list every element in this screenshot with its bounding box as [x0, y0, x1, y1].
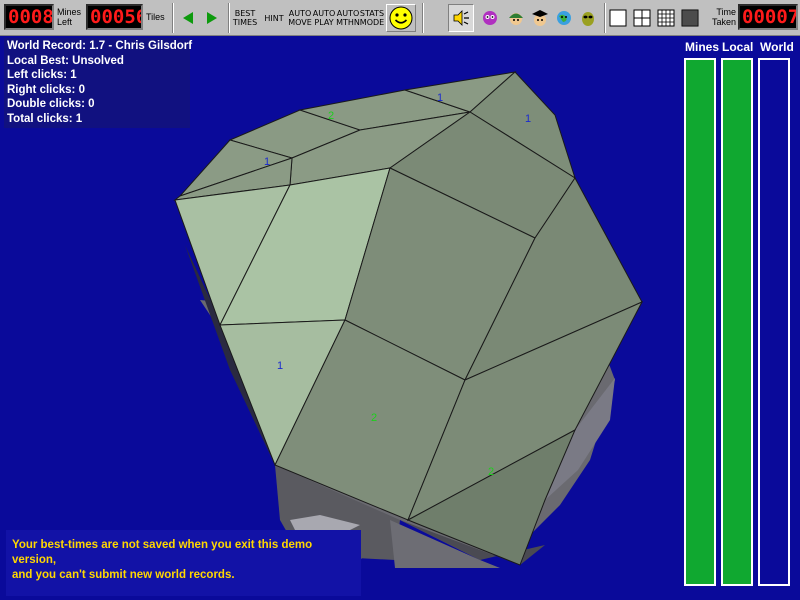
world-progress-bar	[758, 58, 790, 586]
sound-toggle-button[interactable]	[448, 4, 474, 32]
globe-face-icon	[557, 11, 571, 25]
time-taken-label-line2: Taken	[711, 17, 736, 27]
auto-play-label-1: AUTO	[312, 9, 336, 18]
auto-move-label-1: AUTO	[288, 9, 312, 18]
local-progress-bar	[721, 58, 753, 586]
hint-label: HINT	[264, 13, 284, 23]
tile-number: 1	[525, 113, 531, 125]
previous-arrow-button[interactable]	[178, 4, 198, 32]
toolbar-separator	[604, 3, 606, 33]
stats-mode-button[interactable]: STATS MODE	[360, 4, 384, 32]
local-best-text: Local Best: Unsolved	[7, 54, 124, 67]
toolbar-separator	[228, 3, 230, 33]
world-bar-label: World	[760, 40, 794, 54]
arrow-right-icon	[207, 12, 217, 24]
tile-number: 2	[488, 466, 494, 478]
auto-mthn-label-2: MTHN	[336, 18, 360, 27]
speaker-icon	[453, 10, 469, 26]
auto-move-label-2: MOVE	[288, 18, 312, 27]
time-taken-label: Time Taken	[708, 7, 736, 27]
player-avatar-2-button[interactable]	[504, 4, 528, 32]
purple-creature-icon	[483, 11, 497, 25]
grid-size-1-button[interactable]	[608, 4, 628, 32]
tiles-label: Tiles	[146, 12, 165, 22]
grid-size-4-button[interactable]	[680, 4, 700, 32]
mines-left-label: Mines Left	[57, 7, 81, 27]
hint-button[interactable]: HINT	[262, 4, 286, 32]
next-arrow-button[interactable]	[202, 4, 222, 32]
right-clicks-text: Right clicks: 0	[7, 83, 85, 96]
left-clicks-text: Left clicks: 1	[7, 69, 77, 82]
tiles-counter: 00056	[86, 4, 143, 30]
best-times-label-1: BEST	[234, 9, 256, 18]
best-times-button[interactable]: BEST TIMES	[232, 4, 258, 32]
alien-icon	[582, 12, 594, 26]
mines-progress-bar	[684, 58, 716, 586]
army-helmet-icon	[509, 13, 523, 25]
toolbar-separator	[422, 3, 424, 33]
mines-left-label-line2: Left	[57, 17, 73, 27]
grid-dense-icon	[681, 9, 699, 27]
smiley-face-icon	[389, 6, 413, 30]
total-clicks-text: Total clicks: 1	[7, 112, 83, 125]
demo-notice-line2: and you can't submit new world records.	[12, 569, 235, 581]
auto-play-button[interactable]: AUTO PLAY	[312, 4, 336, 32]
demo-version-notice: Your best-times are not saved when you e…	[6, 530, 361, 596]
mines-left-label-line1: Mines	[57, 7, 82, 17]
player-avatar-5-button[interactable]	[576, 4, 600, 32]
tile-number: 1	[264, 156, 270, 168]
demo-notice-line1: Your best-times are not saved when you e…	[12, 539, 313, 566]
player-avatar-4-button[interactable]	[552, 4, 576, 32]
best-times-label-2: TIMES	[232, 18, 258, 27]
grid-size-3-button[interactable]	[656, 4, 676, 32]
mines-progress-fill	[686, 60, 714, 584]
double-clicks-text: Double clicks: 0	[7, 98, 95, 111]
player-avatar-1-button[interactable]	[478, 4, 502, 32]
single-square-icon	[609, 9, 627, 27]
new-game-smiley-button[interactable]	[386, 4, 416, 32]
graduate-icon	[532, 10, 548, 26]
tile-number: 1	[437, 92, 443, 104]
mines-bar-label: Mines	[685, 40, 720, 54]
grid-2x2-icon	[633, 9, 651, 27]
auto-play-label-2: PLAY	[314, 18, 334, 27]
arrow-left-icon	[183, 12, 193, 24]
auto-mthn-label-1: AUTO	[336, 9, 360, 18]
mines-left-counter: 0008	[4, 4, 54, 30]
toolbar-separator	[172, 3, 174, 33]
player-avatar-3-button[interactable]	[528, 4, 552, 32]
local-bar-label: Local	[722, 40, 754, 54]
grid-4x4-icon	[657, 9, 675, 27]
tile-number: 2	[371, 412, 377, 424]
grid-size-2-button[interactable]	[632, 4, 652, 32]
toolbar: 0008 Mines Left 00056 Tiles BEST TIMES H…	[0, 0, 800, 36]
tile-number: 2	[328, 110, 334, 122]
time-taken-label-line1: Time	[716, 7, 736, 17]
tile-number: 1	[277, 360, 283, 372]
auto-move-button[interactable]: AUTO MOVE	[288, 4, 312, 32]
local-progress-fill	[723, 60, 751, 584]
stats-panel: World Record: 1.7 - Chris Gilsdorf Local…	[4, 38, 193, 128]
game-viewport[interactable]: 2 1 1 1 1 2 2 World Record: 1.7 - Chris …	[0, 36, 800, 600]
time-taken-counter: 00007	[738, 4, 798, 30]
stats-mode-label-2: MODE	[359, 18, 385, 27]
auto-mthn-button[interactable]: AUTO MTHN	[336, 4, 360, 32]
world-record-text: World Record: 1.7 - Chris Gilsdorf	[7, 40, 193, 52]
stats-mode-label-1: STATS	[359, 9, 385, 18]
